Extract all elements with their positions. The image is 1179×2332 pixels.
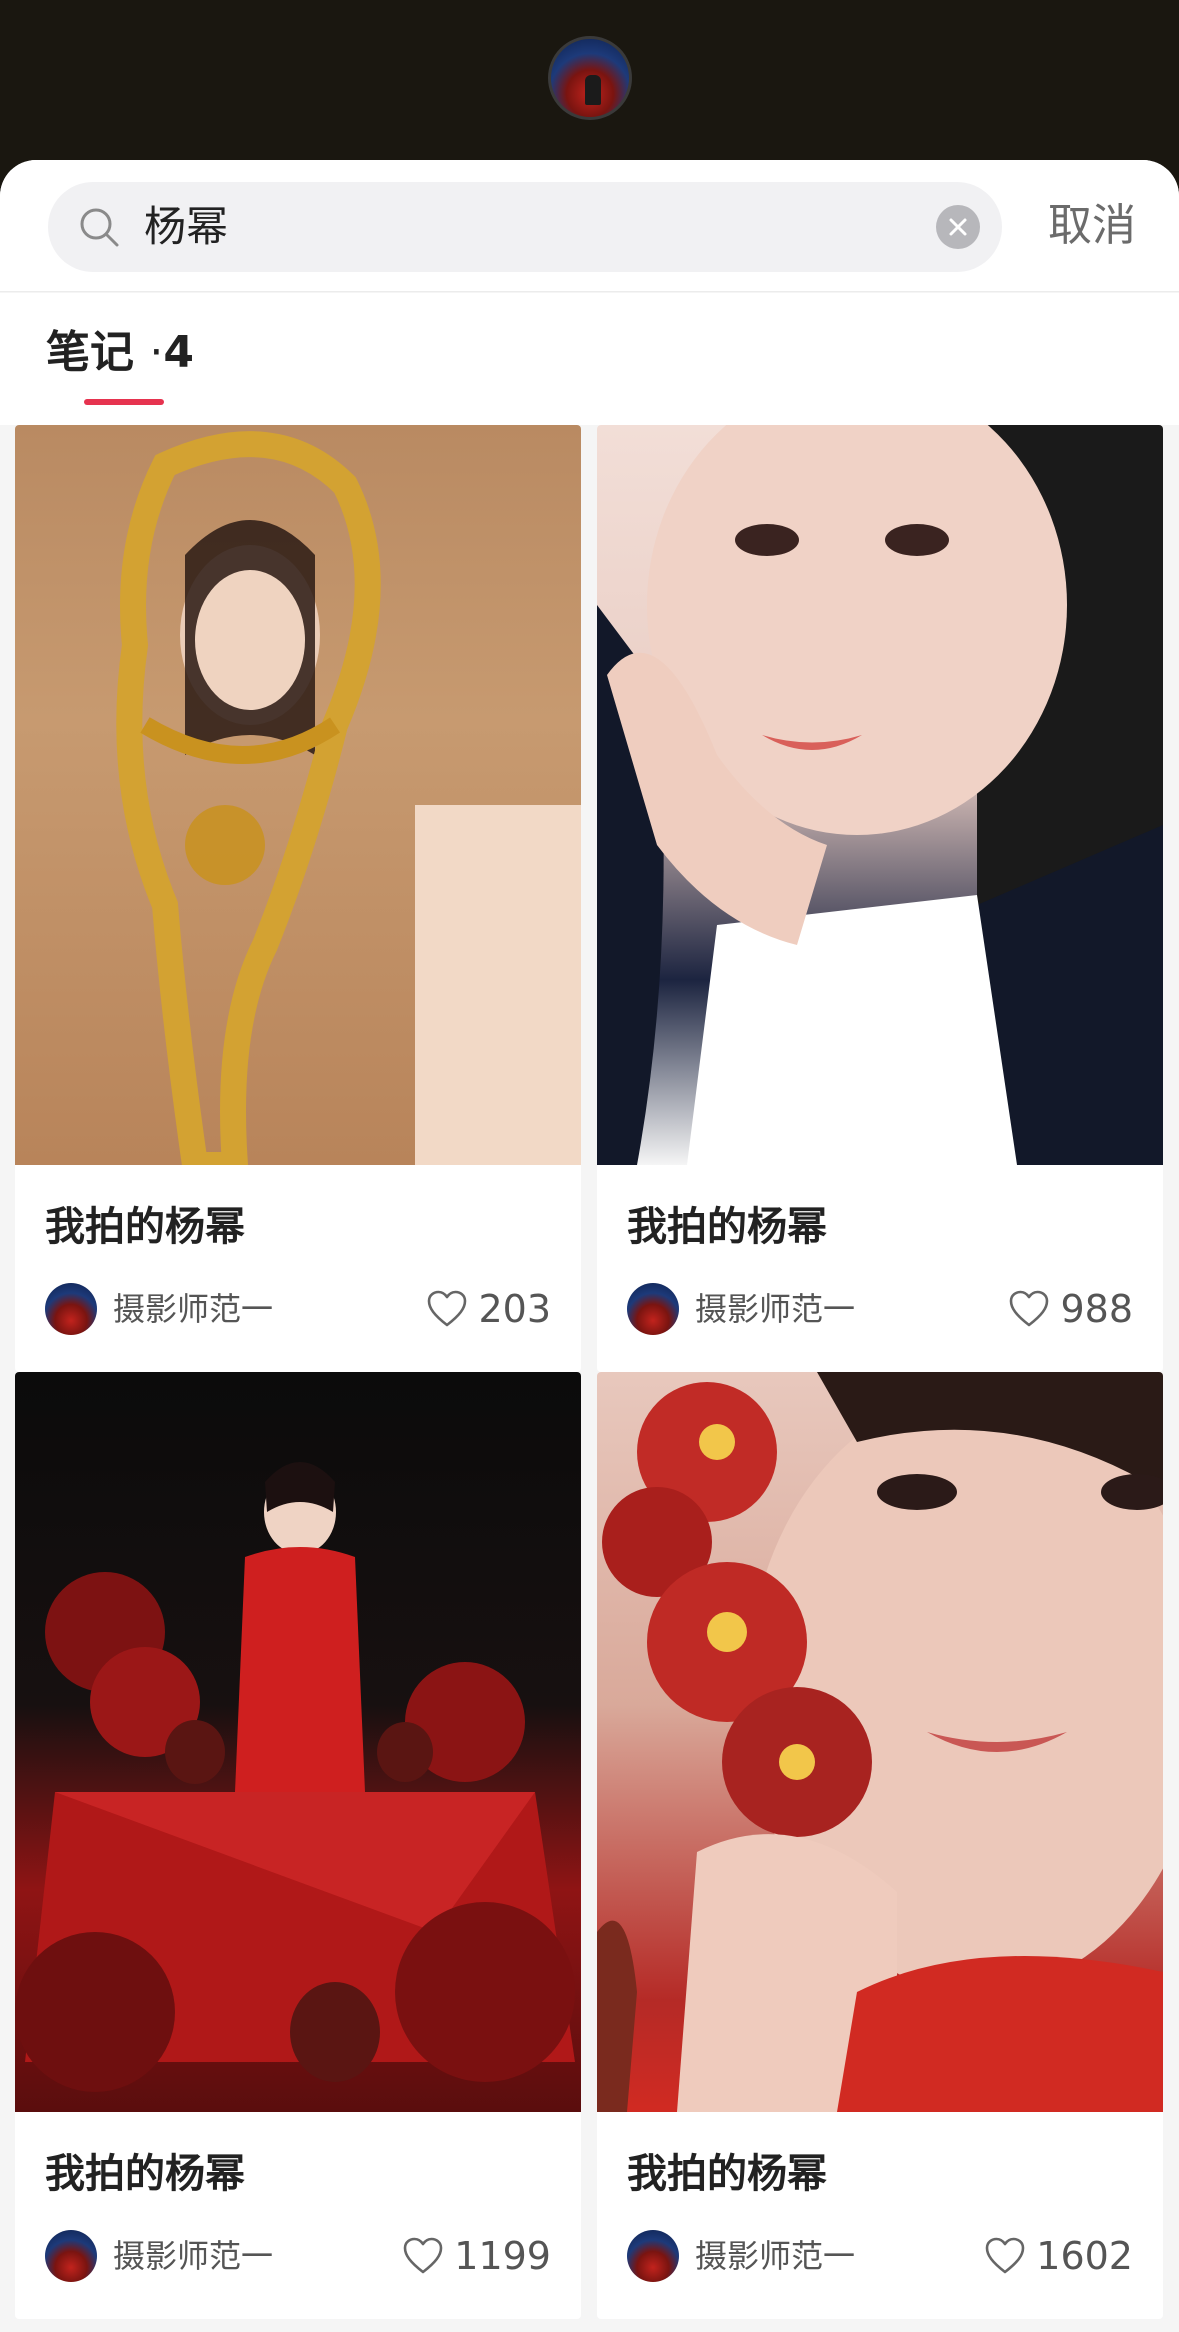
tab-separator: · [149,327,164,378]
note-title: 我拍的杨幂 [627,2151,827,2197]
note-card[interactable]: 我拍的杨幂 摄影师范一 1199 [15,1372,581,2319]
heart-icon [403,2237,443,2274]
tab-notes[interactable]: 笔记 ·4 [46,323,194,383]
note-card[interactable]: 我拍的杨幂 摄影师范一 988 [597,425,1163,1372]
note-title: 我拍的杨幂 [45,1204,245,1250]
search-input[interactable]: 杨幂 [48,182,1002,272]
search-query: 杨幂 [144,202,229,251]
tab-notes-label: 笔记 [46,327,134,378]
tab-notes-count: 4 [163,327,194,378]
note-image [597,1372,1163,2112]
avatar-figure [585,75,601,105]
author-avatar [627,1283,679,1335]
like-count: 203 [478,1287,551,1331]
author-name: 摄影师范一 [695,1290,856,1328]
close-icon [949,218,967,236]
search-row: 杨幂 取消 [0,160,1179,292]
like-button[interactable]: 203 [426,1281,551,1337]
heart-icon [985,2237,1025,2274]
tab-active-indicator [84,399,164,405]
search-sheet: 杨幂 取消 笔记 ·4 我拍的杨幂 摄影师范一 203 我拍的杨幂 摄影师范一 … [0,160,1179,2332]
like-count: 988 [1060,1287,1133,1331]
cancel-button[interactable]: 取消 [1048,196,1136,256]
clear-search-button[interactable] [936,205,980,249]
like-count: 1602 [1036,2234,1133,2278]
author-name: 摄影师范一 [113,1290,274,1328]
author-avatar [45,2230,97,2282]
author-avatar [627,2230,679,2282]
like-button[interactable]: 1602 [984,2228,1133,2284]
author-name: 摄影师范一 [113,2237,274,2275]
note-title: 我拍的杨幂 [45,2151,245,2197]
author-avatar [45,1283,97,1335]
note-image [15,1372,581,2112]
like-button[interactable]: 988 [1008,1281,1133,1337]
heart-icon [428,1290,467,1327]
note-card[interactable]: 我拍的杨幂 摄影师范一 1602 [597,1372,1163,2319]
like-count: 1199 [454,2234,551,2278]
note-title: 我拍的杨幂 [627,1204,827,1250]
note-card[interactable]: 我拍的杨幂 摄影师范一 203 [15,425,581,1372]
author-name: 摄影师范一 [695,2237,856,2275]
note-image [15,425,581,1165]
like-button[interactable]: 1199 [402,2228,551,2284]
search-icon [80,208,119,247]
note-image [597,425,1163,1165]
heart-icon [1010,1290,1049,1327]
user-avatar[interactable] [548,36,632,120]
tab-bar: 笔记 ·4 [0,293,1179,425]
